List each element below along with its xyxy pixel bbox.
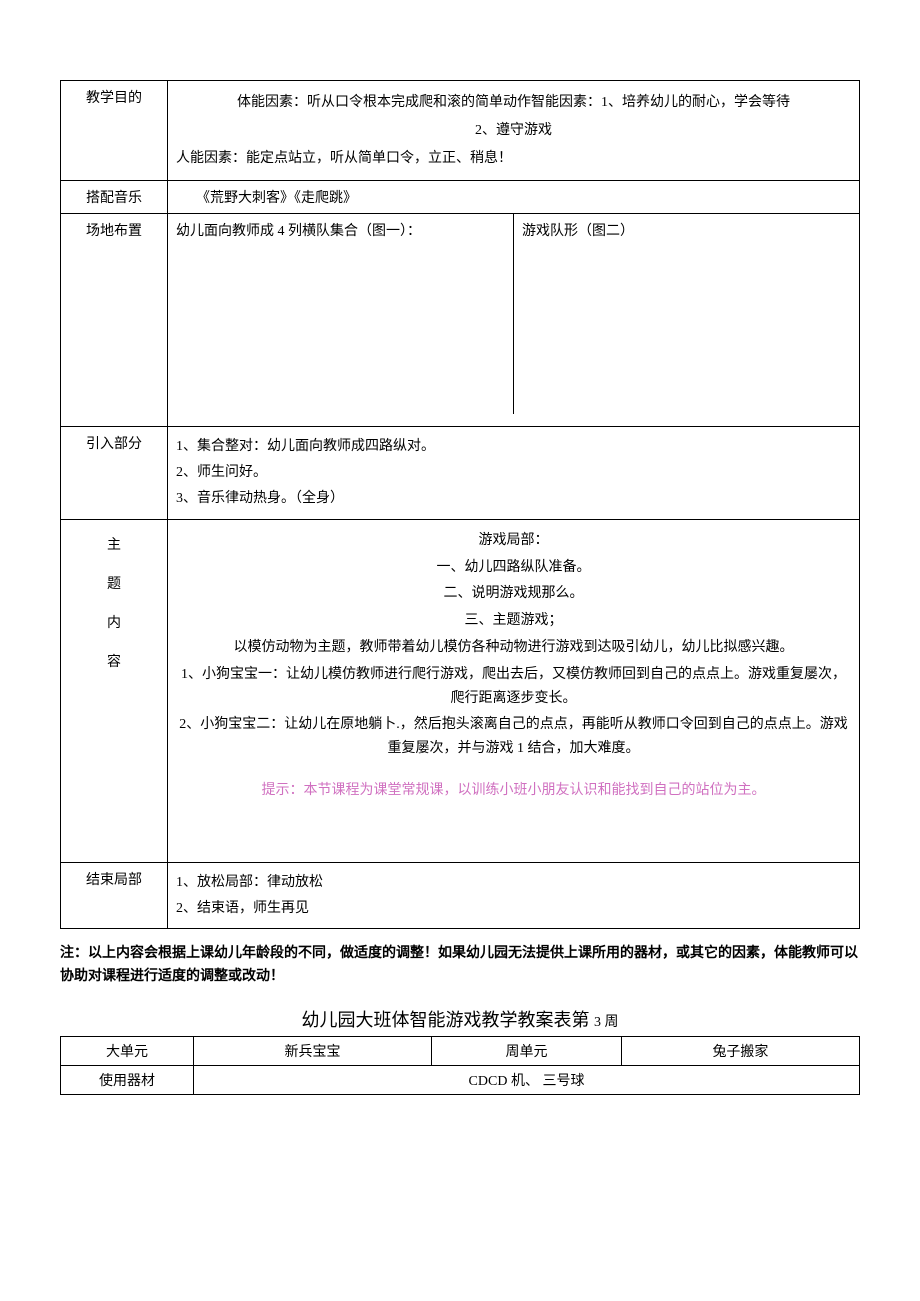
sub-r1c1: 大单元	[61, 1037, 194, 1066]
field-content: 幼儿面向教师成 4 列横队集合（图一）： 游戏队形（图二）	[168, 214, 860, 427]
theme-label-4: 容	[69, 643, 159, 682]
theme-p4: 三、主题游戏；	[176, 609, 851, 633]
theme-p3: 二、说明游戏规那么。	[176, 582, 851, 606]
row-theme: 主 题 内 容 游戏局部： 一、幼儿四路纵队准备。 二、说明游戏规那么。 三、主…	[61, 519, 860, 862]
row-field: 场地布置 幼儿面向教师成 4 列横队集合（图一）： 游戏队形（图二）	[61, 214, 860, 427]
music-value: 《荒野大刺客》《走爬跳》	[168, 181, 860, 214]
intro-content: 1、集合整对：幼儿面向教师成四路纵对。 2、师生问好。 3、音乐律动热身。（全身…	[168, 427, 860, 519]
subtitle-main: 幼儿园大班体智能游戏教学教案表第	[302, 1010, 595, 1030]
sub-r1c4: 兔子搬家	[621, 1037, 859, 1066]
subtitle-week: 3 周	[594, 1015, 619, 1030]
sub-row1: 大单元 新兵宝宝 周单元 兔子搬家	[61, 1037, 860, 1066]
intro-label: 引入部分	[61, 427, 168, 519]
sub-r1c3: 周单元	[432, 1037, 622, 1066]
row-end: 结束局部 1、放松局部：律动放松 2、结束语，师生再见	[61, 862, 860, 929]
subtitle: 幼儿园大班体智能游戏教学教案表第 3 周	[60, 1006, 860, 1032]
theme-label-2: 题	[69, 565, 159, 604]
music-label: 搭配音乐	[61, 181, 168, 214]
theme-label: 主 题 内 容	[61, 519, 168, 862]
theme-p2: 一、幼儿四路纵队准备。	[176, 556, 851, 580]
theme-p5: 以模仿动物为主题，教师带着幼儿模仿各种动物进行游戏到达吸引幼儿，幼儿比拟感兴趣。	[176, 636, 851, 660]
sub-r1c2: 新兵宝宝	[194, 1037, 432, 1066]
end-l1: 1、放松局部：律动放松	[176, 871, 851, 895]
intro-l1: 1、集合整对：幼儿面向教师成四路纵对。	[176, 435, 851, 459]
end-label: 结束局部	[61, 862, 168, 929]
end-content: 1、放松局部：律动放松 2、结束语，师生再见	[168, 862, 860, 929]
goal-line3: 人能因素：能定点站立，听从简单口令，立正、稍息！	[176, 147, 851, 171]
goal-line1: 体能因素：听从口令根本完成爬和滚的简单动作智能因素：1、培养幼儿的耐心，学会等待	[176, 91, 851, 115]
theme-p6: 1、小狗宝宝一：让幼儿模仿教师进行爬行游戏，爬出去后，又模仿教师回到自己的点点上…	[176, 663, 851, 711]
field-left: 幼儿面向教师成 4 列横队集合（图一）：	[168, 214, 514, 414]
row-music: 搭配音乐 《荒野大刺客》《走爬跳》	[61, 181, 860, 214]
row-goal: 教学目的 体能因素：听从口令根本完成爬和滚的简单动作智能因素：1、培养幼儿的耐心…	[61, 81, 860, 181]
sub-row2: 使用器材 CDCD 机、 三号球	[61, 1066, 860, 1095]
sub-r2c1: 使用器材	[61, 1066, 194, 1095]
intro-l3: 3、音乐律动热身。（全身）	[176, 487, 851, 511]
intro-l2: 2、师生问好。	[176, 461, 851, 485]
footer-note: 注：以上内容会根据上课幼儿年龄段的不同，做适度的调整！如果幼儿园无法提供上课所用…	[60, 943, 860, 988]
field-right: 游戏队形（图二）	[514, 214, 859, 414]
theme-content: 游戏局部： 一、幼儿四路纵队准备。 二、说明游戏规那么。 三、主题游戏； 以模仿…	[168, 519, 860, 862]
theme-label-1: 主	[69, 526, 159, 565]
field-label: 场地布置	[61, 214, 168, 427]
theme-label-3: 内	[69, 604, 159, 643]
goal-line2: 2、遵守游戏	[176, 119, 851, 143]
theme-hint: 提示：本节课程为课堂常规课，以训练小班小朋友认识和能找到自己的站位为主。	[176, 779, 851, 803]
goal-label: 教学目的	[61, 81, 168, 181]
lesson-plan-table: 教学目的 体能因素：听从口令根本完成爬和滚的简单动作智能因素：1、培养幼儿的耐心…	[60, 80, 860, 929]
sub-r2c2: CDCD 机、 三号球	[194, 1066, 860, 1095]
row-intro: 引入部分 1、集合整对：幼儿面向教师成四路纵对。 2、师生问好。 3、音乐律动热…	[61, 427, 860, 519]
end-l2: 2、结束语，师生再见	[176, 897, 851, 921]
theme-p7: 2、小狗宝宝二：让幼儿在原地躺卜.，然后抱头滚离自己的点点，再能听从教师口令回到…	[176, 713, 851, 761]
sub-table: 大单元 新兵宝宝 周单元 兔子搬家 使用器材 CDCD 机、 三号球	[60, 1036, 860, 1095]
goal-content: 体能因素：听从口令根本完成爬和滚的简单动作智能因素：1、培养幼儿的耐心，学会等待…	[168, 81, 860, 181]
theme-p1: 游戏局部：	[176, 529, 851, 553]
